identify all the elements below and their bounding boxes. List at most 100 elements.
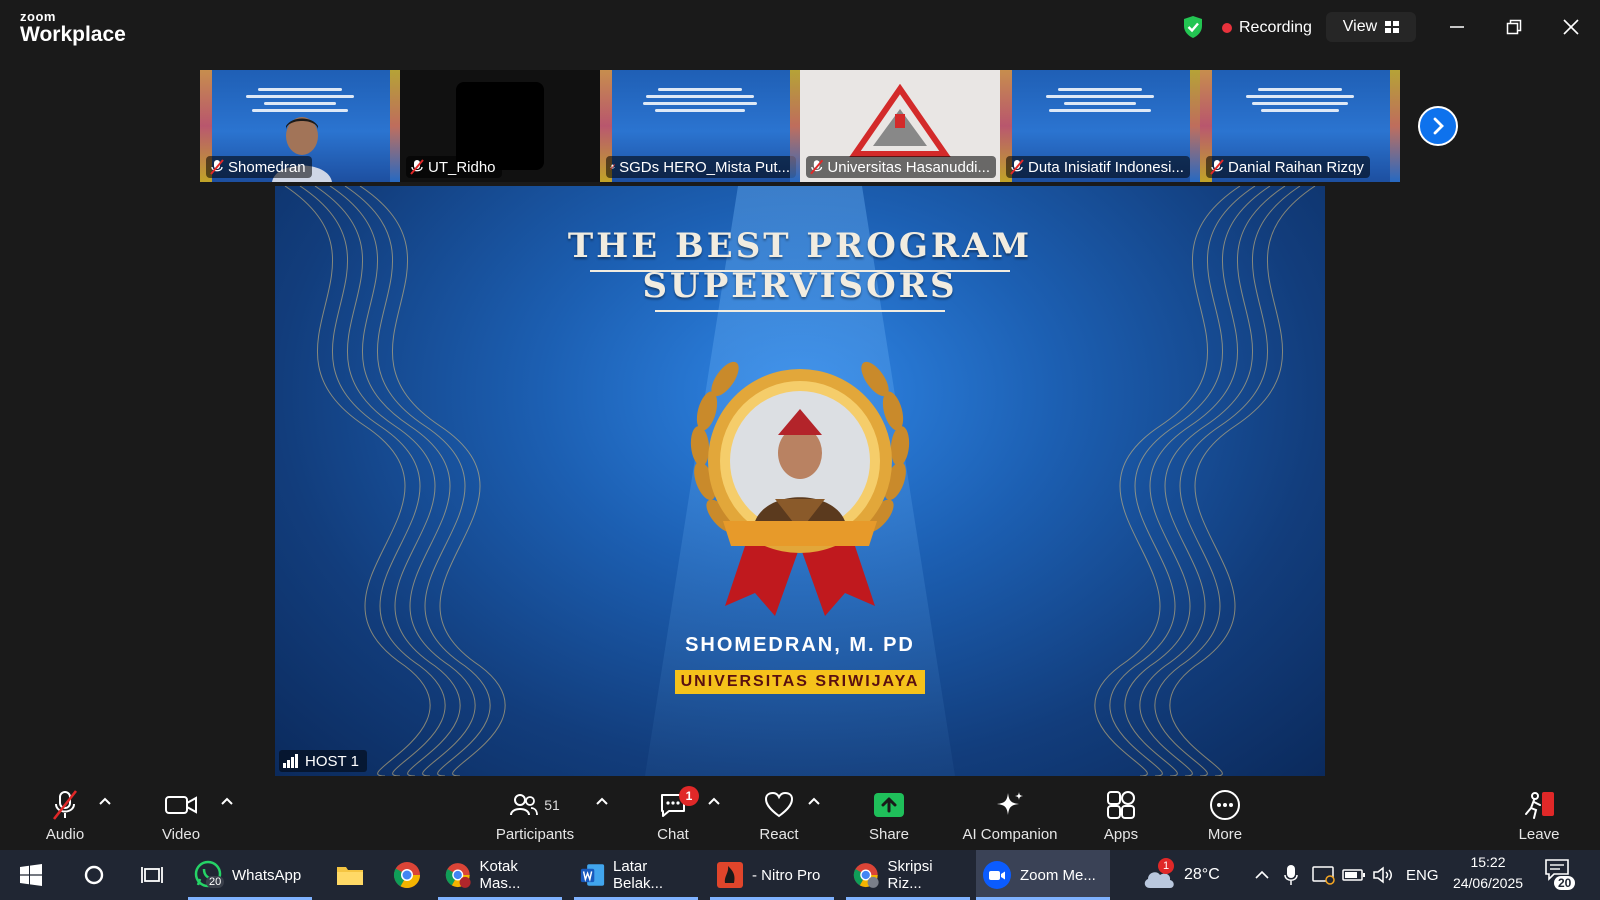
minimize-button[interactable] bbox=[1437, 12, 1477, 42]
speaker-volume-icon bbox=[1373, 866, 1392, 884]
clock-time: 15:22 bbox=[1470, 854, 1506, 870]
recording-label: Recording bbox=[1239, 19, 1312, 36]
notification-center-button[interactable]: 20 bbox=[1542, 856, 1576, 896]
windows-taskbar: 20 WhatsApp Kotak Mas... Latar Belak... … bbox=[0, 850, 1600, 900]
more-options-icon bbox=[1210, 789, 1240, 820]
muted-mic-icon bbox=[1210, 159, 1224, 175]
chrome-profile-icon bbox=[445, 863, 471, 888]
taskbar-item-chrome-skripsi[interactable]: Skripsi Riz... bbox=[846, 850, 970, 900]
zoom-workplace-logo: zoom Workplace bbox=[20, 10, 126, 45]
shared-screen: THE BEST PROGRAM SUPERVISORS SHOMEDRAN, … bbox=[275, 186, 1325, 776]
audio-options-chevron-up-icon[interactable] bbox=[97, 794, 113, 810]
participants-label: Participants bbox=[495, 825, 575, 843]
weather-temperature: 28°C bbox=[1184, 866, 1220, 883]
folder-icon bbox=[337, 867, 363, 885]
slide-text-lines bbox=[1240, 84, 1360, 116]
taskbar-item-label: WhatsApp bbox=[232, 866, 302, 884]
participant-name: UT_Ridho bbox=[428, 158, 496, 176]
taskbar-item-label: Latar Belak... bbox=[613, 858, 664, 892]
ai-companion-button[interactable]: AI Companion bbox=[958, 782, 1062, 850]
view-button[interactable]: View bbox=[1326, 12, 1416, 42]
heart-react-icon bbox=[764, 791, 794, 817]
close-button[interactable] bbox=[1551, 12, 1591, 42]
muted-mic-icon bbox=[410, 159, 424, 175]
participant-name-tag: UT_Ridho bbox=[406, 156, 502, 178]
video-camera-icon bbox=[165, 795, 197, 814]
taskbar-item-whatsapp[interactable]: 20 WhatsApp bbox=[188, 850, 312, 900]
chrome-icon bbox=[393, 862, 421, 889]
audio-button[interactable]: Audio bbox=[40, 782, 90, 850]
battery-icon bbox=[1342, 869, 1365, 881]
weather-alert-badge: 1 bbox=[1158, 858, 1174, 874]
more-button[interactable]: More bbox=[1202, 782, 1248, 850]
video-button[interactable]: Video bbox=[153, 782, 209, 850]
taskbar-item-word[interactable]: Latar Belak... bbox=[574, 850, 698, 900]
university-emblem bbox=[849, 84, 951, 157]
participant-thumbnail-strip: Shomedran UT_Ridho SGDs HERO_Mista Put..… bbox=[200, 70, 1400, 182]
apps-icon bbox=[1107, 790, 1135, 819]
participant-tile[interactable]: UT_Ridho bbox=[400, 70, 600, 182]
audio-label: Audio bbox=[45, 825, 85, 843]
language-label: ENG bbox=[1406, 866, 1439, 884]
taskbar-item-chrome-profile[interactable]: Kotak Mas... bbox=[438, 850, 562, 900]
taskbar-item-chrome[interactable] bbox=[386, 850, 428, 900]
ai-sparkle-icon bbox=[997, 791, 1023, 815]
muted-mic-icon bbox=[610, 164, 616, 170]
task-view-button[interactable] bbox=[134, 850, 170, 900]
language-indicator[interactable]: ENG bbox=[1400, 850, 1445, 900]
share-label: Share bbox=[868, 825, 910, 843]
award-medal-badge bbox=[690, 361, 910, 616]
share-button[interactable]: Share bbox=[866, 782, 912, 850]
react-button[interactable]: React bbox=[756, 782, 802, 850]
minimize-icon bbox=[1450, 26, 1464, 28]
volume-tray-button[interactable] bbox=[1366, 850, 1402, 900]
react-options-chevron-up-icon[interactable] bbox=[806, 794, 822, 810]
meeting-toolbar: Audio Video 51 Participants Chat React S… bbox=[0, 782, 1600, 850]
grid-view-icon bbox=[1385, 21, 1400, 33]
restore-button[interactable] bbox=[1494, 12, 1534, 42]
university-banner: UNIVERSITAS SRIWIJAYA bbox=[675, 670, 925, 694]
close-icon bbox=[1563, 19, 1579, 35]
taskbar-item-file-explorer[interactable] bbox=[330, 850, 370, 900]
award-title-line-2: SUPERVISORS bbox=[642, 266, 958, 306]
participant-name: SGDs HERO_Mista Put... bbox=[619, 158, 790, 176]
taskbar-item-nitro-pro[interactable]: - Nitro Pro bbox=[710, 850, 834, 900]
apps-button[interactable]: Apps bbox=[1098, 782, 1144, 850]
participant-tile[interactable]: Danial Raihan Rizqy bbox=[1200, 70, 1400, 182]
video-options-chevron-up-icon[interactable] bbox=[219, 794, 235, 810]
leave-label: Leave bbox=[1518, 825, 1560, 843]
next-participants-button[interactable] bbox=[1418, 106, 1458, 146]
participants-icon bbox=[510, 793, 539, 815]
system-clock[interactable]: 15:22 24/06/2025 bbox=[1448, 852, 1528, 894]
participant-tile[interactable]: Universitas Hasanuddi... bbox=[800, 70, 1000, 182]
taskbar-item-label: Skripsi Riz... bbox=[887, 858, 933, 892]
taskbar-item-label: Zoom Me... bbox=[1020, 866, 1096, 884]
chat-label: Chat bbox=[657, 825, 689, 843]
muted-mic-icon bbox=[1010, 159, 1024, 175]
chat-options-chevron-up-icon[interactable] bbox=[706, 794, 722, 810]
participant-name-tag: SGDs HERO_Mista Put... bbox=[606, 156, 796, 178]
weather-widget[interactable]: 1 28°C bbox=[1136, 850, 1246, 900]
participant-tile[interactable]: Shomedran bbox=[200, 70, 400, 182]
participant-name-tag: Shomedran bbox=[206, 156, 312, 178]
participant-tile[interactable]: SGDs HERO_Mista Put... bbox=[600, 70, 800, 182]
nitro-pro-icon bbox=[717, 862, 743, 888]
participants-options-chevron-up-icon[interactable] bbox=[594, 794, 610, 810]
microphone-tray-button[interactable] bbox=[1278, 850, 1304, 900]
taskbar-item-zoom[interactable]: Zoom Me... bbox=[976, 850, 1110, 900]
recording-indicator[interactable]: Recording bbox=[1222, 17, 1312, 39]
chrome-profile-icon bbox=[853, 863, 879, 888]
participant-tile[interactable]: Duta Inisiatif Indonesi... bbox=[1000, 70, 1200, 182]
participant-name: Duta Inisiatif Indonesi... bbox=[1028, 158, 1184, 176]
participants-button[interactable]: 51 Participants bbox=[492, 782, 578, 850]
network-icon bbox=[1312, 866, 1335, 885]
logo-bottom-text: Workplace bbox=[20, 23, 126, 46]
leave-button[interactable]: Leave bbox=[1516, 782, 1562, 850]
muted-microphone-icon bbox=[52, 789, 78, 820]
show-hidden-icons-button[interactable] bbox=[1248, 850, 1276, 900]
encryption-shield-icon[interactable] bbox=[1182, 15, 1204, 39]
participant-name: Universitas Hasanuddi... bbox=[827, 158, 990, 176]
start-button[interactable] bbox=[14, 850, 48, 900]
search-button[interactable] bbox=[76, 850, 112, 900]
host-name: HOST 1 bbox=[305, 752, 359, 770]
